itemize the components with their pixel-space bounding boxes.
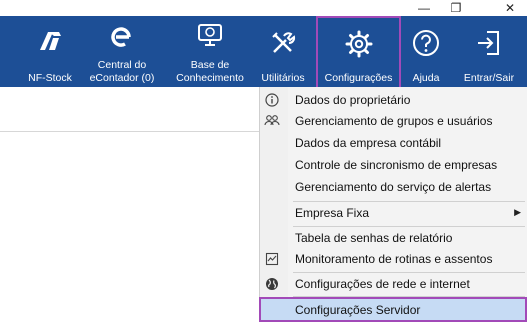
menu-item-tabela-senhas[interactable]: Tabela de senhas de relatório [260, 227, 527, 248]
configuracoes-dropdown-menu: Dados do proprietário Gerenciamento de g… [259, 87, 527, 322]
toolbar-nf-stock[interactable]: NF-Stock [24, 16, 76, 87]
minimize-icon: — [418, 1, 430, 15]
menu-item-dados-empresa-contabil[interactable]: Dados da empresa contábil [260, 132, 527, 153]
toolbar-configuracoes[interactable]: Configurações [316, 16, 401, 87]
main-toolbar: NF-Stock Central do eContador (0) Base d… [0, 16, 527, 87]
login-icon [475, 29, 503, 57]
monitor-help-icon [195, 22, 225, 50]
menu-item-label: Controle de sincronismo de empresas [295, 157, 498, 172]
menu-item-label: Dados da empresa contábil [295, 135, 442, 150]
question-icon [412, 29, 440, 57]
toolbar-entrar-sair[interactable]: Entrar/Sair [456, 16, 522, 87]
toolbar-label: Entrar/Sair [463, 72, 515, 84]
toolbar-base-conhecimento[interactable]: Base de Conhecimento [170, 16, 250, 87]
monitor-routine-icon [264, 251, 280, 267]
info-icon [264, 92, 280, 108]
nf-stock-logo-icon [37, 28, 63, 52]
menu-item-configuracoes-servidor[interactable]: Configurações Servidor [259, 297, 527, 322]
menu-item-label: Monitoramento de rotinas e assentos [295, 251, 493, 266]
close-icon: ✕ [504, 1, 516, 15]
menu-item-label: Configurações de rede e internet [295, 276, 470, 291]
menu-item-label: Configurações Servidor [295, 302, 421, 317]
users-icon [264, 113, 280, 129]
minimize-button[interactable]: — [409, 0, 439, 16]
menu-item-grupos-usuarios[interactable]: Gerenciamento de grupos e usuários [260, 110, 527, 131]
window-titlebar: — ❐ ✕ [0, 0, 527, 16]
menu-item-monitoramento-rotinas[interactable]: Monitoramento de rotinas e assentos [260, 248, 527, 269]
toolbar-label: Ajuda [412, 72, 440, 84]
menu-item-label: Empresa Fixa [295, 205, 370, 220]
menu-item-dados-proprietario[interactable]: Dados do proprietário [260, 89, 527, 110]
toolbar-label: NF-Stock [28, 72, 72, 84]
toolbar-label: Central do eContador (0) [89, 59, 155, 84]
tools-icon [270, 30, 296, 56]
close-button[interactable]: ✕ [495, 0, 525, 16]
menu-item-empresa-fixa[interactable]: Empresa Fixa ▶ [260, 202, 527, 223]
restore-button[interactable]: ❐ [441, 0, 471, 16]
menu-item-rede-internet[interactable]: Configurações de rede e internet [260, 273, 527, 294]
menu-item-controle-sincronismo[interactable]: Controle de sincronismo de empresas [260, 154, 527, 175]
menu-item-label: Gerenciamento do serviço de alertas [295, 179, 492, 194]
toolbar-label: Utilitários [261, 72, 305, 84]
restore-icon: ❐ [450, 1, 462, 15]
econtador-e-icon [109, 24, 135, 50]
gear-icon [345, 30, 373, 58]
globe-icon [264, 276, 280, 292]
toolbar-label: Configurações [324, 72, 393, 84]
menu-item-servico-alertas[interactable]: Gerenciamento do serviço de alertas [260, 176, 527, 197]
toolbar-ajuda[interactable]: Ajuda [405, 16, 447, 87]
toolbar-label: Base de Conhecimento [176, 59, 244, 84]
toolbar-central-econtador[interactable]: Central do eContador (0) [82, 16, 162, 87]
menu-item-label: Dados do proprietário [295, 92, 411, 107]
submenu-arrow-icon: ▶ [514, 207, 521, 217]
menu-item-label: Gerenciamento de grupos e usuários [295, 113, 493, 128]
menu-item-label: Tabela de senhas de relatório [295, 230, 453, 245]
toolbar-utilitarios[interactable]: Utilitários [254, 16, 312, 87]
